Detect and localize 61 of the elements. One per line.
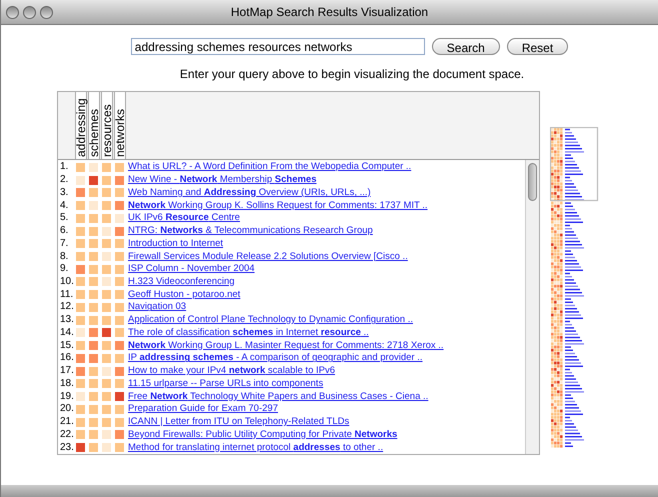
result-link[interactable]: Application of Control Plane Technology to Dynamic Configuration .. — [128, 314, 413, 326]
rank-number: 13. — [59, 314, 75, 326]
result-link[interactable]: Network Working Group K. Sollins Request for Comments: 1737 MIT .. — [128, 200, 428, 212]
result-link[interactable]: Beyond Firewalls: Public Utility Computing for Private Networks — [128, 428, 398, 441]
result-link[interactable]: Network Working Group L. Masinter Request for Comments: 2718 Xerox .. — [128, 340, 444, 352]
rank-number: 4. — [59, 200, 70, 212]
window-title: HotMap Search Results Visualization — [230, 4, 428, 21]
scrollbar[interactable] — [525, 160, 539, 454]
reset-button[interactable]: Reset — [506, 38, 568, 55]
result-link[interactable]: UK IPv6 Resource Centre — [128, 212, 240, 224]
window-control-icon[interactable] — [40, 6, 53, 18]
result-link[interactable]: Web Naming and Addressing Overview (URIs, URLs, ...) — [128, 186, 371, 199]
column-header[interactable]: schemes — [88, 92, 100, 159]
rank-number: 23. — [59, 442, 75, 454]
rank-number: 14. — [59, 326, 75, 339]
rank-number: 2. — [59, 174, 70, 186]
term-label: resources — [101, 104, 113, 157]
rank-number: 15. — [59, 340, 75, 352]
rank-number: 16. — [59, 352, 75, 364]
result-link[interactable]: Introduction to Internet — [128, 238, 224, 250]
rank-number: 21. — [59, 416, 75, 428]
rank-number: 12. — [59, 301, 75, 314]
rank-number: 18. — [59, 378, 75, 390]
rank-number: 7. — [59, 238, 70, 250]
result-link[interactable]: Free Network Technology White Papers and Business Cases - Ciena .. — [128, 390, 428, 403]
result-link[interactable]: H.323 Videoconferencing — [128, 276, 235, 288]
result-link[interactable]: Preparation Guide for Exam 70-297 — [128, 403, 278, 416]
rank-number: 9. — [59, 263, 70, 276]
result-link[interactable]: 11.15 urlparse -- Parse URLs into components — [128, 378, 324, 390]
result-link[interactable]: Geoff Huston - potaroo.net — [128, 288, 240, 301]
rank-number: 1. — [59, 161, 70, 174]
rank-number: 22. — [59, 428, 75, 441]
result-link[interactable]: How to make your IPv4 network scalable to IPv6 — [128, 365, 336, 378]
rank-number: 11. — [59, 288, 74, 301]
result-link[interactable]: ISP Column - November 2004 — [128, 263, 255, 276]
rank-number: 5. — [59, 212, 70, 224]
result-link[interactable]: ICANN | Letter from ITU on Telephony-Related TLDs — [128, 416, 350, 428]
search-field[interactable]: addressing schemes resources networks — [130, 38, 425, 55]
instruction-text: Enter your query above to begin visualizing the document space. — [178, 66, 526, 83]
result-link[interactable]: Method for translating internet protocol addresses to other .. — [128, 442, 384, 454]
result-link[interactable]: NTRG: Networks & Telecommunications Research Group — [128, 225, 373, 238]
result-link[interactable]: What is URL? - A Word Definition From the Webopedia Computer .. — [128, 161, 412, 174]
rank-number: 17. — [59, 365, 75, 378]
rank-number: 8. — [59, 250, 70, 262]
term-label: schemes — [88, 108, 100, 157]
result-link[interactable]: Navigation 03 — [128, 301, 186, 314]
rank-number: 10. — [59, 276, 75, 288]
window-control-icon[interactable] — [6, 6, 19, 18]
column-header[interactable]: networks — [114, 92, 126, 159]
search-button[interactable]: Search — [432, 38, 500, 55]
result-link[interactable]: New Wine - Network Membership Schemes — [128, 174, 317, 186]
result-link[interactable]: Firewall Services Module Release 2.2 Solutions Overview [Cisco .. — [128, 250, 408, 262]
result-link[interactable]: IP addressing schemes - A comparison of geographic and provider .. — [128, 352, 423, 364]
column-header[interactable]: resources — [101, 92, 113, 159]
result-link[interactable]: The role of classification schemes in Internet resource .. — [128, 326, 369, 339]
rank-number: 6. — [59, 225, 70, 238]
rank-number: 20. — [59, 403, 75, 416]
term-label: networks — [114, 108, 126, 157]
rank-number: 19. — [59, 390, 75, 403]
window-control-icon[interactable] — [23, 6, 36, 18]
rank-number: 3. — [59, 186, 70, 199]
